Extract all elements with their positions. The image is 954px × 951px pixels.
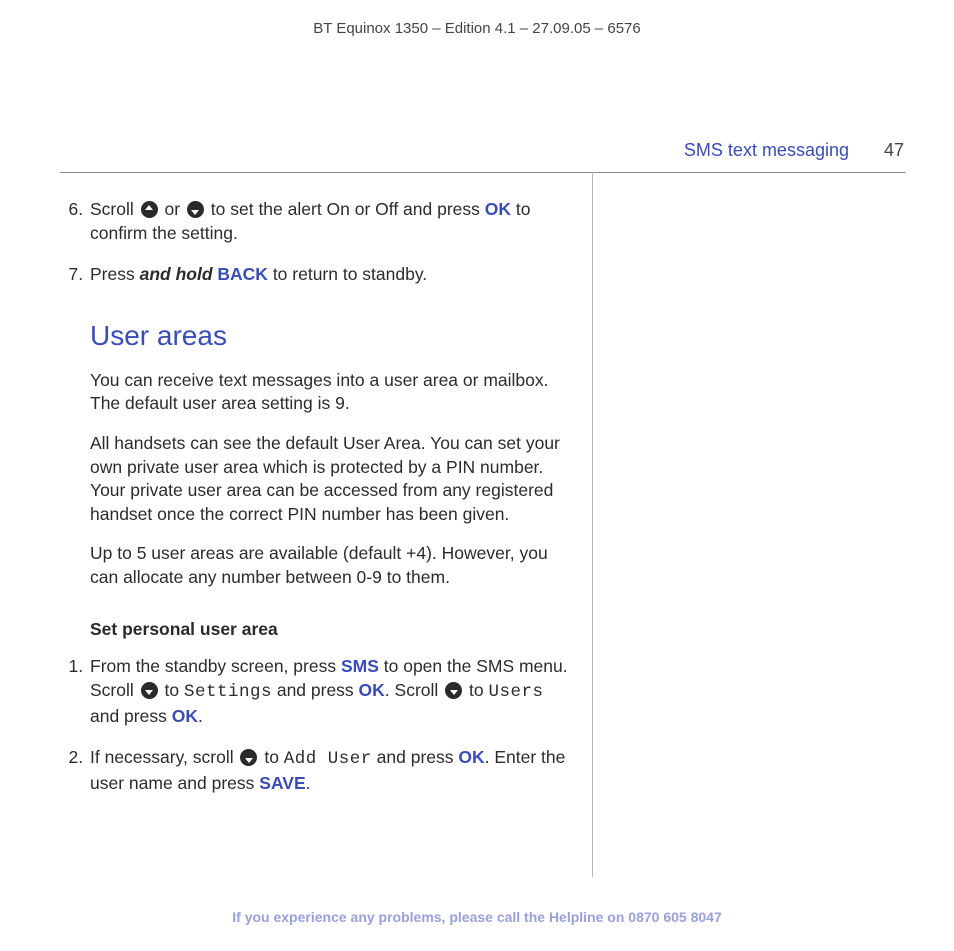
set-step-1: From the standby screen, press SMS to op…: [88, 655, 575, 728]
ok-key: OK: [485, 199, 511, 219]
lcd-add-user: Add User: [284, 749, 372, 769]
set-personal-user-area-heading: Set personal user area: [90, 618, 575, 642]
sms-key: SMS: [341, 656, 379, 676]
lcd-users: Users: [488, 682, 543, 702]
text: .: [198, 706, 203, 726]
text: and press: [372, 747, 459, 767]
helpline-footer: If you experience any problems, please c…: [0, 909, 954, 925]
text: and press: [90, 706, 172, 726]
user-areas-p1: You can receive text messages into a use…: [90, 369, 575, 416]
ok-key: OK: [359, 680, 385, 700]
footer-text: If you experience any problems, please c…: [232, 909, 628, 925]
text: to: [259, 747, 283, 767]
user-areas-p3: Up to 5 user areas are available (defaul…: [90, 542, 575, 589]
text: .: [306, 773, 311, 793]
lcd-settings: Settings: [184, 682, 272, 702]
user-areas-p2: All handsets can see the default User Ar…: [90, 432, 575, 527]
text: to return to standby.: [268, 264, 427, 284]
section-title-running: SMS text messaging: [684, 140, 849, 161]
page-number: 47: [884, 140, 904, 161]
set-step-2: If necessary, scroll to Add User and pre…: [88, 746, 575, 795]
text: Press: [90, 264, 140, 284]
set-personal-steps-list: From the standby screen, press SMS to op…: [60, 655, 575, 795]
text: to: [464, 680, 488, 700]
text: From the standby screen, press: [90, 656, 341, 676]
step-6: Scroll or to set the alert On or Off and…: [88, 198, 575, 245]
nav-down-icon: [240, 749, 257, 766]
user-areas-title: User areas: [90, 317, 575, 355]
and-hold-emphasis: and hold: [140, 264, 213, 284]
ok-key: OK: [172, 706, 198, 726]
save-key: SAVE: [259, 773, 305, 793]
back-key: BACK: [217, 264, 268, 284]
text: to: [160, 680, 184, 700]
main-content: Scroll or to set the alert On or Off and…: [60, 198, 575, 813]
doc-header: BT Equinox 1350 – Edition 4.1 – 27.09.05…: [0, 20, 954, 37]
text: and press: [272, 680, 359, 700]
user-areas-section: User areas You can receive text messages…: [60, 317, 575, 641]
manual-page: BT Equinox 1350 – Edition 4.1 – 27.09.05…: [0, 0, 954, 951]
nav-down-icon: [187, 201, 204, 218]
text: to set the alert On or Off and press: [206, 199, 485, 219]
ok-key: OK: [458, 747, 484, 767]
nav-down-icon: [141, 682, 158, 699]
text: Scroll: [90, 199, 139, 219]
continued-steps-list: Scroll or to set the alert On or Off and…: [60, 198, 575, 287]
nav-down-icon: [445, 682, 462, 699]
text: . Scroll: [385, 680, 443, 700]
step-7: Press and hold BACK to return to standby…: [88, 263, 575, 287]
column-divider: [592, 172, 593, 877]
nav-up-icon: [141, 201, 158, 218]
text: or: [160, 199, 185, 219]
footer-phone: 0870 605 8047: [628, 909, 721, 925]
header-rule: [60, 172, 906, 173]
text: If necessary, scroll: [90, 747, 238, 767]
